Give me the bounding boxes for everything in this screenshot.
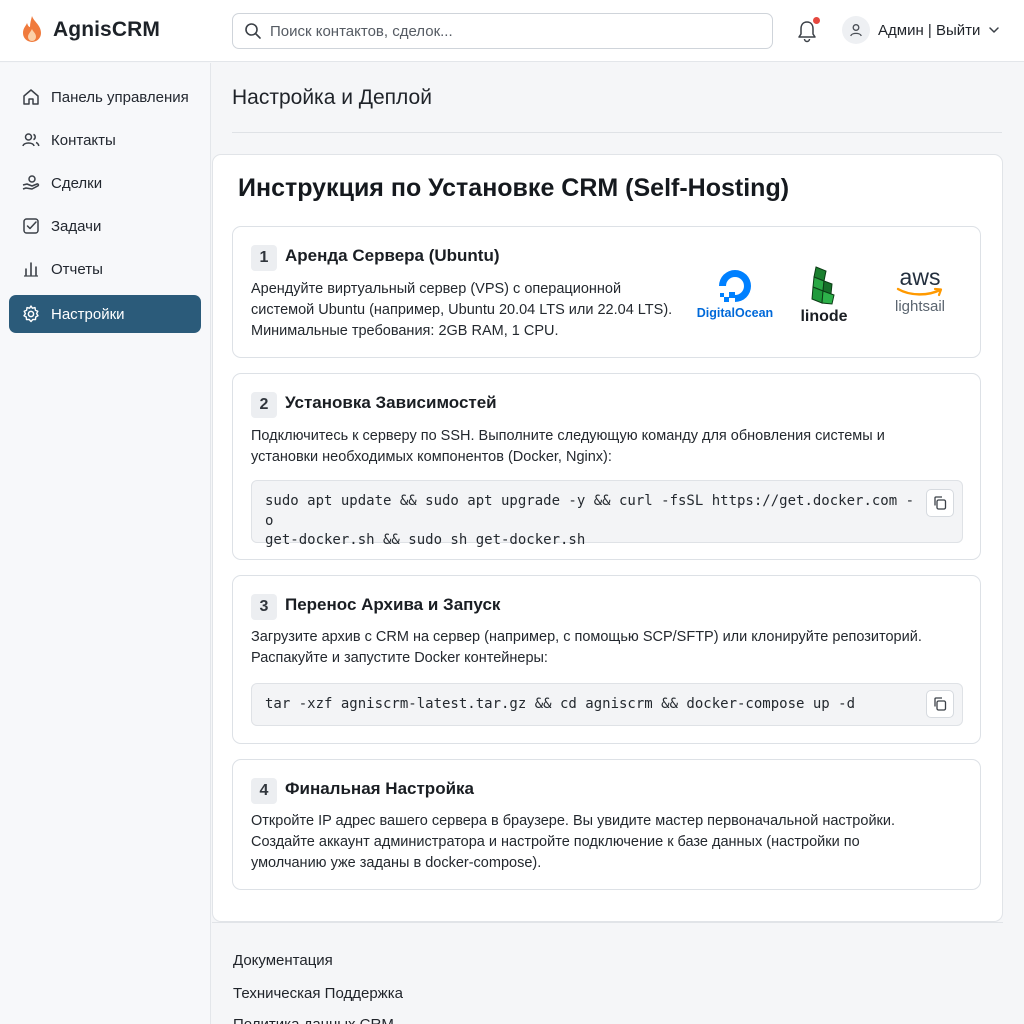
aws-lightsail-logo: aws lightsail (875, 265, 965, 315)
step-text-line: Загрузите архив с CRM на сервер (наприме… (251, 629, 922, 645)
step-title: Установка Зависимостей (285, 393, 497, 412)
brand[interactable]: AgnisCRM (20, 15, 160, 45)
code-line: get-docker.sh && sudo sh get-docker.sh (265, 532, 586, 548)
sidebar-item-deals[interactable]: Сделки (9, 164, 201, 202)
sidebar-item-reports[interactable]: Отчеты (9, 250, 201, 288)
step-number: 4 (251, 778, 277, 804)
step-text-line: установки необходимых компонентов (Docke… (251, 449, 612, 465)
user-menu[interactable]: Админ | Выйти (842, 16, 1000, 44)
step-description: Загрузите архив с CRM на сервер (наприме… (251, 627, 922, 669)
user-logout-label[interactable]: Админ | Выйти (878, 22, 980, 39)
step-number: 2 (251, 392, 277, 418)
code-line: sudo apt update && sudo apt upgrade -y &… (265, 493, 915, 529)
provider-name: linode (800, 308, 848, 325)
step-description: Подключитесь к серверу по SSH. Выполните… (251, 426, 885, 468)
search-input[interactable] (270, 22, 750, 40)
sidebar-item-label: Задачи (51, 217, 102, 235)
step-text-line: Минимальные требования: 2GB RAM, 1 CPU. (251, 323, 559, 339)
page-title: Настройка и Деплой (232, 86, 432, 109)
divider (212, 922, 1003, 923)
chevron-down-icon[interactable] (988, 24, 1000, 36)
footer-link-docs[interactable]: Документация (233, 952, 333, 969)
digitalocean-icon (719, 270, 751, 302)
provider-name: DigitalOcean (696, 306, 774, 320)
step-title: Финальная Настройка (285, 779, 474, 798)
avatar (842, 16, 870, 44)
sidebar-item-label: Панель управления (51, 88, 189, 106)
digitalocean-logo: DigitalOcean (695, 267, 775, 320)
step-title: Аренда Сервера (Ubuntu) (285, 246, 500, 265)
step-card-4: 4 Финальная Настройка Откройте IP адрес … (232, 759, 981, 890)
linode-logo: linode (787, 265, 861, 326)
step-description: Откройте IP адрес вашего сервера в брауз… (251, 811, 895, 874)
copy-icon (934, 496, 947, 510)
step-text-line: системой Ubuntu (например, Ubuntu 20.04 … (251, 302, 673, 318)
step-number: 3 (251, 594, 277, 620)
sidebar-item-label: Сделки (51, 174, 103, 192)
step-text-line: умолчанию уже заданы в docker-compose). (251, 855, 542, 871)
step-title: Перенос Архива и Запуск (285, 595, 501, 614)
users-icon (22, 133, 40, 147)
footer-link-data-policy[interactable]: Политика данных CRM (233, 1016, 394, 1024)
sidebar-item-dashboard[interactable]: Панель управления (9, 78, 201, 116)
gear-icon (23, 305, 39, 323)
handshake-icon (22, 175, 40, 190)
step-card-2: 2 Установка Зависимостей Подключитесь к … (232, 373, 981, 560)
sidebar-item-settings[interactable]: Настройки (9, 295, 201, 333)
code-line: tar -xzf agniscrm-latest.tar.gz && cd ag… (265, 696, 856, 712)
home-icon (23, 89, 39, 105)
code-block-install[interactable]: sudo apt update && sudo apt upgrade -y &… (251, 480, 963, 548)
step-text-line: Создайте аккаунт администратора и настро… (251, 834, 860, 850)
provider-name: lightsail (894, 298, 946, 315)
checkbox-icon (23, 218, 39, 234)
sidebar-item-tasks[interactable]: Задачи (9, 207, 201, 245)
sidebar-item-label: Настройки (51, 305, 125, 323)
sidebar-item-label: Контакты (51, 131, 116, 149)
search-box[interactable] (232, 13, 773, 49)
notification-dot (813, 17, 820, 24)
linode-icon (811, 266, 835, 305)
code-block-deploy[interactable]: tar -xzf agniscrm-latest.tar.gz && cd ag… (251, 683, 963, 726)
panel-title: Инструкция по Установке CRM (Self-Hostin… (238, 174, 790, 202)
provider-name: aws (899, 264, 941, 290)
divider (232, 132, 1002, 133)
app-name: AgnisCRM (53, 18, 160, 41)
step-card-1: 1 Аренда Сервера (Ubuntu) Арендуйте вирт… (232, 226, 981, 358)
hosting-provider-logos: DigitalOcean linode aws lightsail (695, 263, 965, 333)
step-card-3: 3 Перенос Архива и Запуск Загрузите архи… (232, 575, 981, 744)
user-icon (850, 24, 862, 37)
step-text-line: Подключитесь к серверу по SSH. Выполните… (251, 428, 885, 444)
copy-button[interactable] (926, 489, 954, 517)
sidebar: Панель управления Контакты Сделки Задачи (0, 63, 211, 1024)
top-bar: AgnisCRM Админ | Выйти (0, 0, 1024, 62)
search-icon (245, 23, 261, 39)
step-text-line: Откройте IP адрес вашего сервера в брауз… (251, 813, 896, 829)
sidebar-item-label: Отчеты (51, 260, 103, 278)
step-text-line: Арендуйте виртуальный сервер (VPS) с опе… (251, 281, 622, 297)
flame-logo-icon (23, 16, 41, 42)
copy-icon (934, 697, 947, 711)
step-text-line: Распакуйте и запустите Docker контейнеры… (251, 650, 548, 666)
step-description: Арендуйте виртуальный сервер (VPS) с опе… (251, 279, 672, 342)
footer-link-support[interactable]: Техническая Поддержка (233, 985, 403, 1002)
sidebar-item-contacts[interactable]: Контакты (9, 121, 201, 159)
bar-chart-icon (24, 262, 38, 277)
step-number: 1 (251, 245, 277, 271)
copy-button[interactable] (926, 690, 954, 718)
